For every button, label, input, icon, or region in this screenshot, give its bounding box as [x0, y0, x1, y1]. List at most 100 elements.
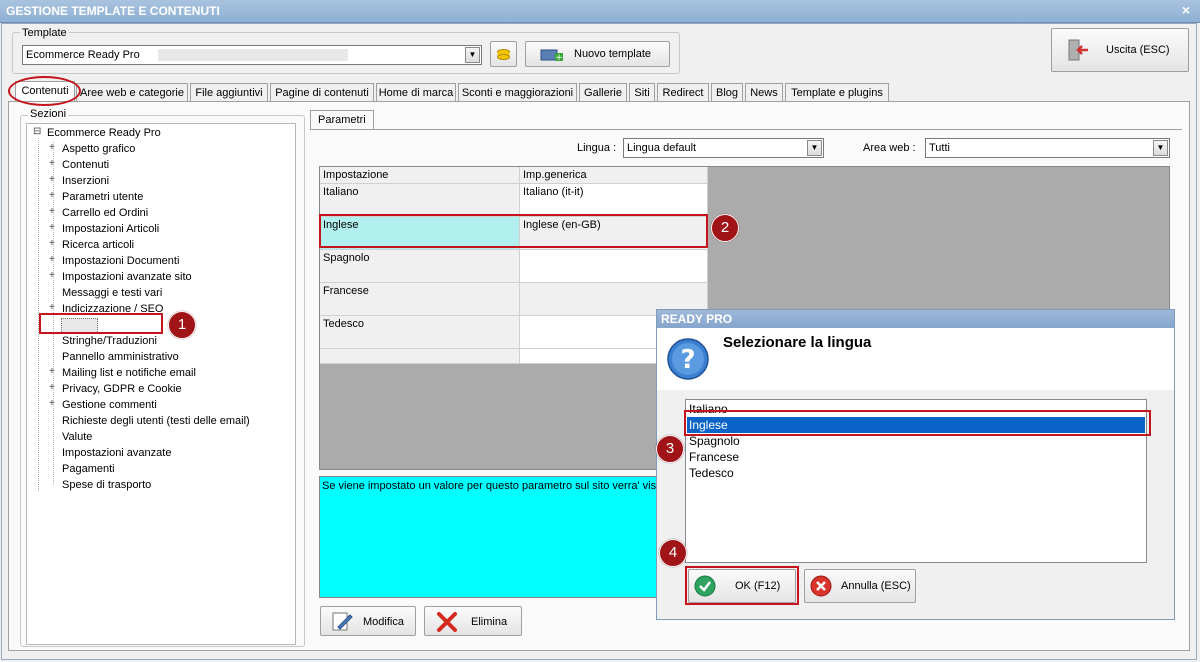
delete-label: Elimina: [471, 616, 508, 628]
grid-cell-label[interactable]: Spagnolo: [320, 250, 520, 283]
dialog-header: ? Selezionare la lingua: [657, 328, 1174, 390]
open-template-button[interactable]: [490, 41, 517, 67]
exit-button[interactable]: Uscita (ESC): [1051, 28, 1189, 72]
tab-pagine[interactable]: Pagine di contenuti: [270, 83, 374, 102]
grid-cell-label[interactable]: Tedesco: [320, 316, 520, 349]
tab-redirect[interactable]: Redirect: [657, 83, 709, 102]
collapse-icon[interactable]: ⊟: [33, 126, 41, 137]
expand-icon[interactable]: +: [49, 142, 55, 153]
cancel-icon: [810, 575, 832, 597]
cancel-button[interactable]: Annulla (ESC): [804, 569, 916, 603]
chevron-down-icon[interactable]: ▼: [1153, 140, 1168, 156]
grid-header[interactable]: Imp.generica: [520, 167, 708, 184]
database-icon: [497, 49, 510, 60]
lingua-label: Lingua :: [577, 142, 617, 154]
tab-siti[interactable]: Siti: [629, 83, 655, 102]
tree-item[interactable]: Ricerca articoli: [62, 239, 134, 251]
tree-item[interactable]: Valute: [62, 431, 92, 443]
tree-root[interactable]: Ecommerce Ready Pro: [47, 127, 161, 139]
tree-item[interactable]: Gestione commenti: [62, 399, 157, 411]
expand-icon[interactable]: +: [49, 222, 55, 233]
expand-icon[interactable]: +: [49, 174, 55, 185]
callout-badge-3: 3: [656, 435, 684, 463]
grid-cell-value[interactable]: Italiano (it-it): [520, 184, 708, 217]
tree-item[interactable]: Privacy, GDPR e Cookie: [62, 383, 182, 395]
grid-cell-label[interactable]: Francese: [320, 283, 520, 316]
expand-icon[interactable]: +: [49, 206, 55, 217]
expand-icon[interactable]: +: [49, 366, 55, 377]
description-panel: Se viene impostato un valore per questo …: [319, 476, 659, 598]
window-titlebar: GESTIONE TEMPLATE E CONTENUTI ×: [0, 0, 1200, 23]
lingua-select-value: Lingua default: [627, 142, 697, 154]
tree-item[interactable]: Spese di trasporto: [62, 479, 151, 491]
template-select-value: Ecommerce Ready Pro: [26, 49, 140, 61]
callout-box-3: [684, 410, 1151, 436]
dialog-titlebar: READY PRO: [657, 310, 1174, 328]
expand-icon[interactable]: +: [49, 398, 55, 409]
tree-item[interactable]: Messaggi e testi vari: [62, 287, 162, 299]
tree-item[interactable]: Mailing list e notifiche email: [62, 367, 196, 379]
expand-icon[interactable]: +: [49, 382, 55, 393]
tab-parametri-label: Parametri: [318, 114, 366, 126]
lingua-select[interactable]: Lingua default ▼: [623, 138, 824, 158]
expand-icon[interactable]: +: [49, 190, 55, 201]
window-title: GESTIONE TEMPLATE E CONTENUTI: [6, 4, 220, 18]
edit-icon: [332, 612, 353, 631]
expand-icon[interactable]: +: [49, 158, 55, 169]
callout-ellipse: [8, 76, 81, 106]
expand-icon[interactable]: +: [49, 302, 55, 313]
tree-item[interactable]: Pagamenti: [62, 463, 115, 475]
tree-item[interactable]: Impostazioni avanzate: [62, 447, 171, 459]
expand-icon[interactable]: +: [49, 254, 55, 265]
area-web-select[interactable]: Tutti ▼: [925, 138, 1170, 158]
delete-button[interactable]: Elimina: [424, 606, 522, 636]
template-select[interactable]: Ecommerce Ready Pro ▼: [22, 45, 482, 65]
callout-box-4: [685, 566, 799, 605]
redacted-bar: [158, 49, 348, 61]
language-option[interactable]: Francese: [689, 450, 739, 464]
tab-blog[interactable]: Blog: [711, 83, 743, 102]
language-option[interactable]: Spagnolo: [689, 434, 740, 448]
question-icon: ?: [667, 338, 709, 380]
tree-item[interactable]: Richieste degli utenti (testi delle emai…: [62, 415, 250, 427]
sections-label: Sezioni: [28, 108, 69, 120]
exit-label: Uscita (ESC): [1106, 44, 1170, 56]
tab-gallerie[interactable]: Gallerie: [579, 83, 627, 102]
tree-item[interactable]: Inserzioni: [62, 175, 109, 187]
tab-aree-web[interactable]: Aree web e categorie: [76, 83, 188, 102]
grid-cell-label[interactable]: Italiano: [320, 184, 520, 217]
new-template-button[interactable]: + Nuovo template: [525, 41, 670, 67]
tab-parametri[interactable]: Parametri: [310, 110, 374, 130]
chevron-down-icon[interactable]: ▼: [807, 140, 822, 156]
divider: [310, 129, 1182, 130]
dialog-prompt: Selezionare la lingua: [723, 334, 872, 351]
language-option[interactable]: Tedesco: [689, 466, 734, 480]
tree-item[interactable]: Impostazioni avanzate sito: [62, 271, 192, 283]
tree-item[interactable]: Impostazioni Articoli: [62, 223, 159, 235]
edit-button[interactable]: Modifica: [320, 606, 416, 636]
tree-item[interactable]: Pannello amministrativo: [62, 351, 179, 363]
tab-news[interactable]: News: [745, 83, 783, 102]
tree-item[interactable]: Carrello ed Ordini: [62, 207, 148, 219]
grid-cell-value[interactable]: [520, 250, 708, 283]
add-template-icon: +: [540, 49, 563, 63]
grid-header[interactable]: Impostazione: [320, 167, 520, 184]
close-icon[interactable]: ×: [1182, 2, 1190, 18]
tree-item[interactable]: Impostazioni Documenti: [62, 255, 179, 267]
tab-template-plugins[interactable]: Template e plugins: [785, 83, 889, 102]
svg-text:+: +: [555, 53, 563, 63]
expand-icon[interactable]: +: [49, 238, 55, 249]
tree-item[interactable]: Stringhe/Traduzioni: [62, 335, 157, 347]
callout-badge-4: 4: [659, 539, 687, 567]
grid-cell-empty: [320, 349, 520, 364]
tab-file-aggiuntivi[interactable]: File aggiuntivi: [190, 83, 268, 102]
expand-icon[interactable]: +: [49, 270, 55, 281]
description-text: Se viene impostato un valore per questo …: [322, 480, 659, 492]
chevron-down-icon[interactable]: ▼: [465, 47, 480, 63]
callout-box-1: [39, 313, 163, 334]
tab-sconti[interactable]: Sconti e maggiorazioni: [458, 83, 577, 102]
tree-item[interactable]: Contenuti: [62, 159, 109, 171]
tree-item[interactable]: Aspetto grafico: [62, 143, 135, 155]
tree-item[interactable]: Parametri utente: [62, 191, 143, 203]
tab-home-marca[interactable]: Home di marca: [376, 83, 456, 102]
